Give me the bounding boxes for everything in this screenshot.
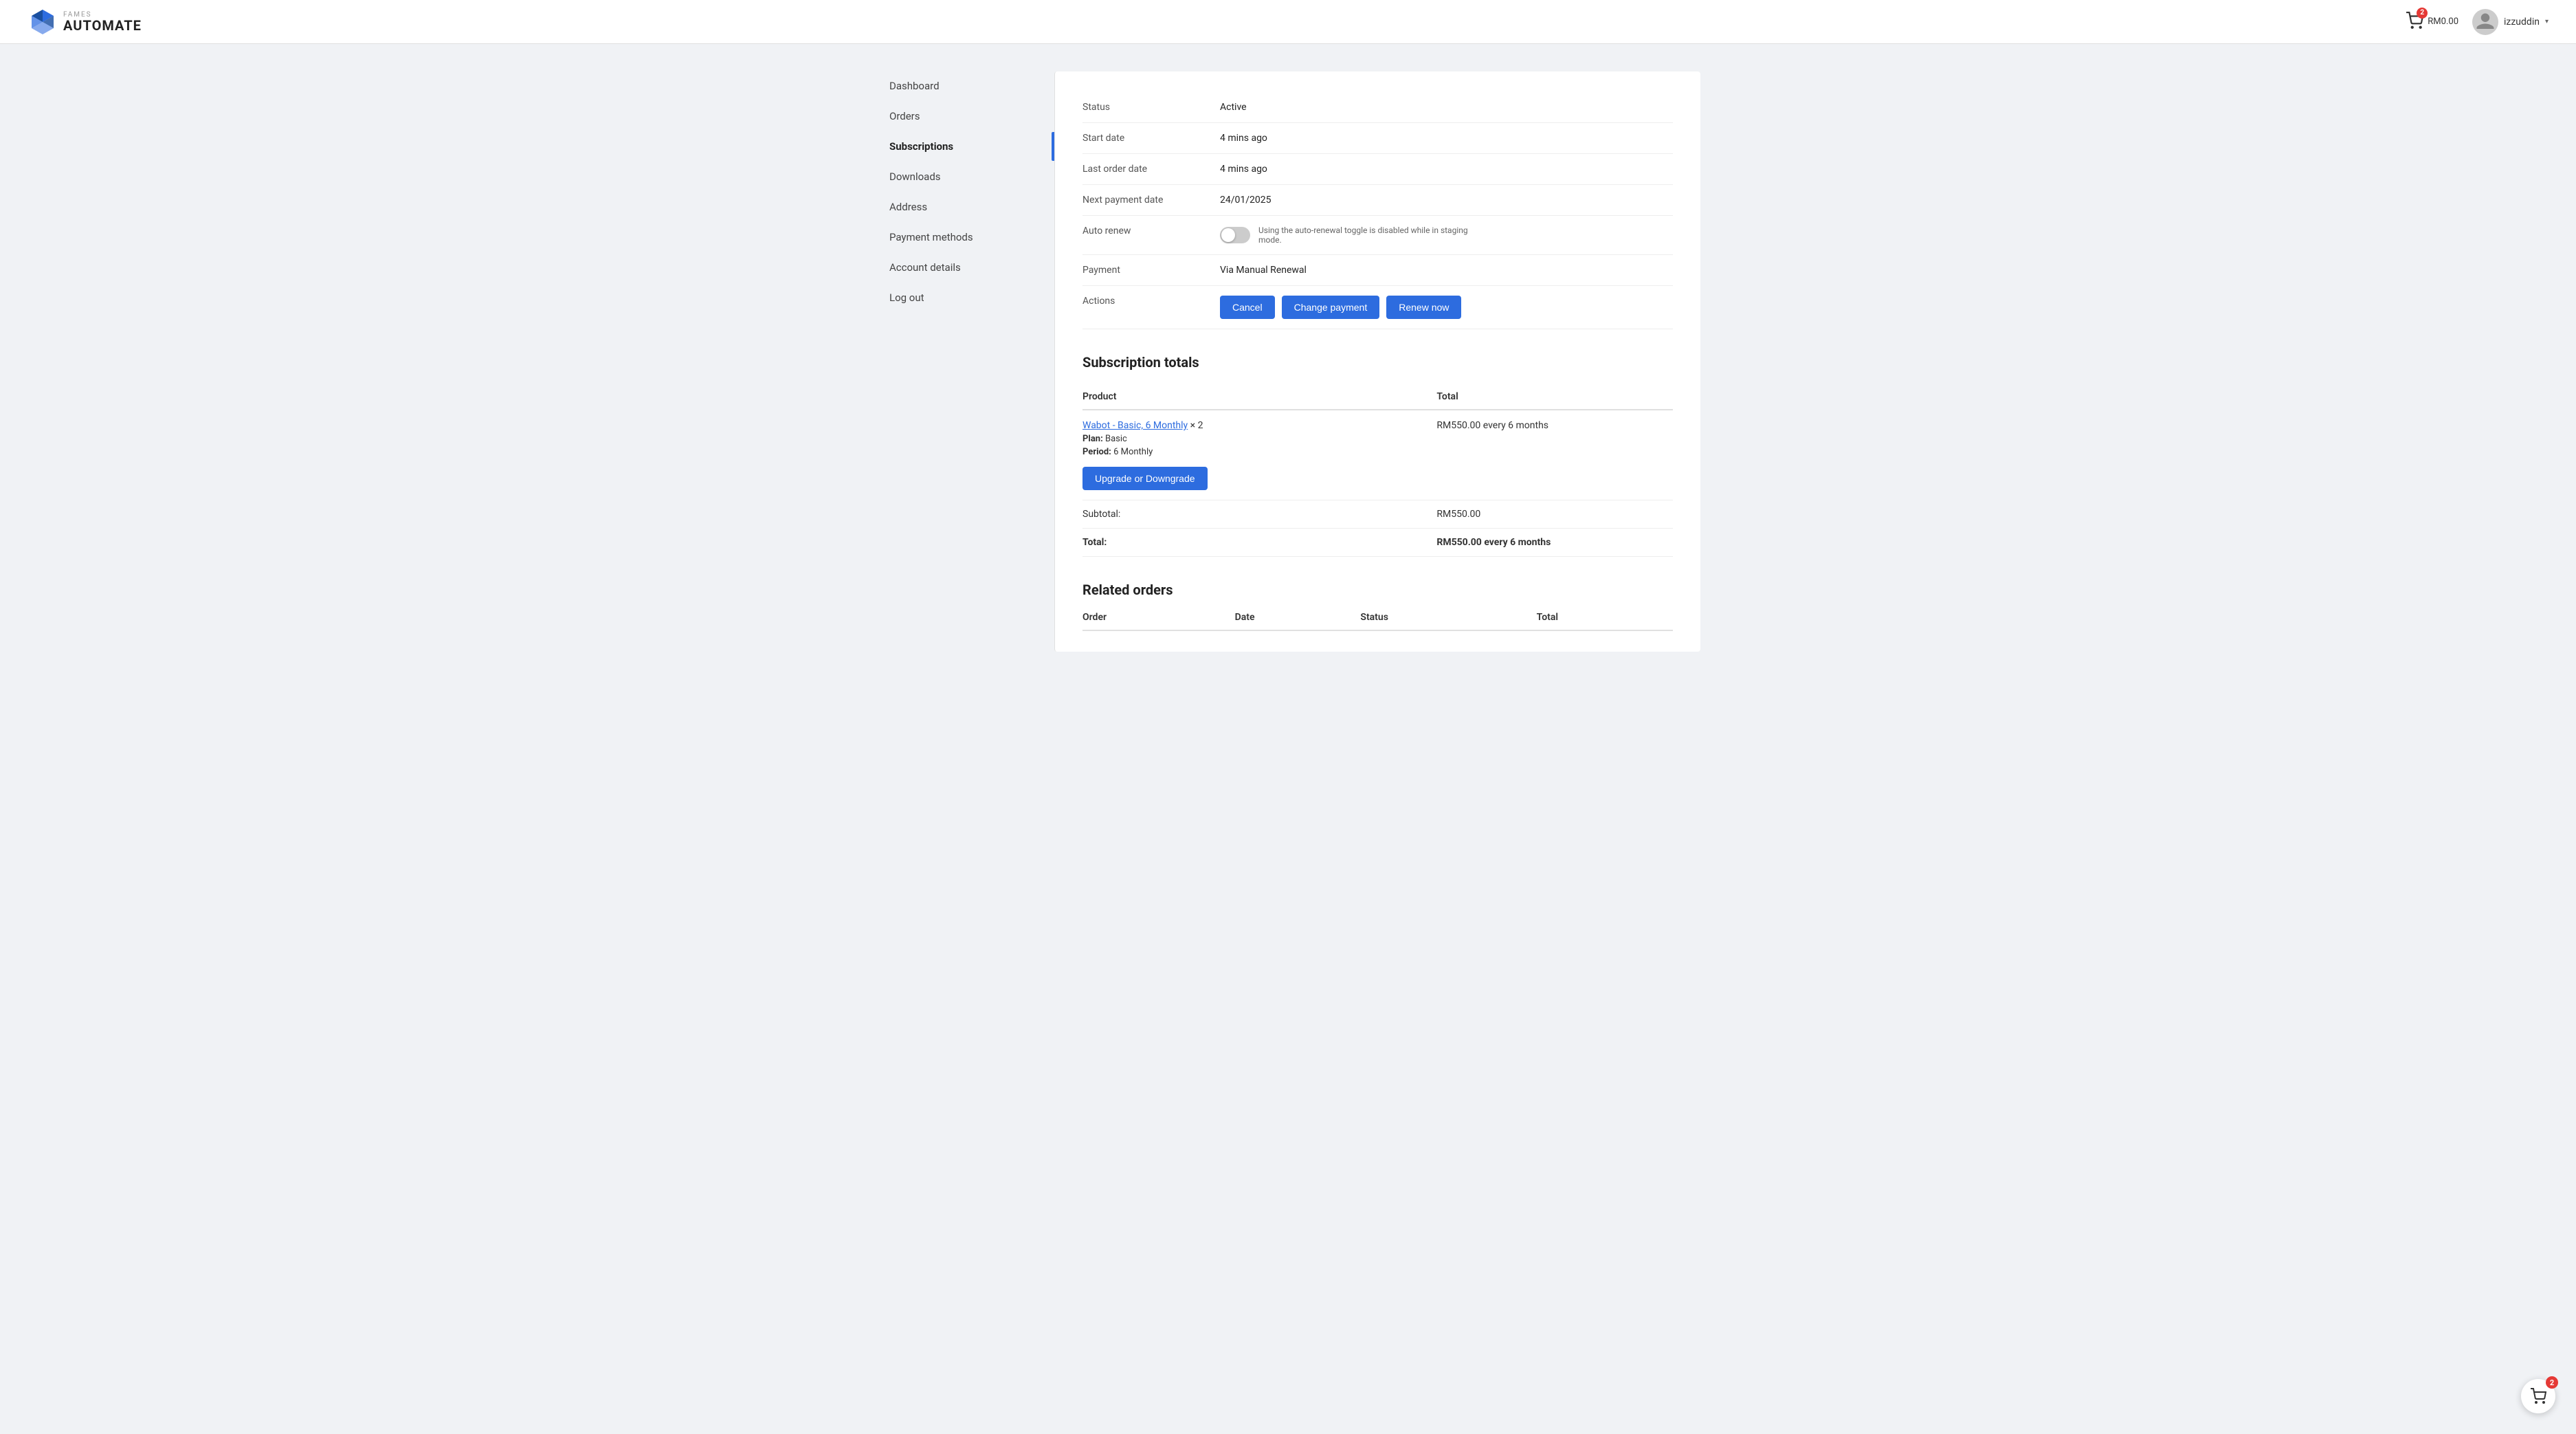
last-order-date-row: Last order date 4 mins ago xyxy=(1082,154,1673,185)
last-order-date-label: Last order date xyxy=(1082,164,1220,175)
related-orders-title: Related orders xyxy=(1082,582,1673,598)
total-col-header: Total xyxy=(1436,384,1673,410)
status-row: Status Active xyxy=(1082,92,1673,123)
cart-amount: RM0.00 xyxy=(2428,16,2458,27)
product-cell: Wabot - Basic, 6 Monthly × 2 Plan: Basic… xyxy=(1082,410,1436,500)
toggle-knob xyxy=(1221,228,1235,242)
product-total-cell: RM550.00 every 6 months xyxy=(1436,410,1673,500)
action-buttons: Cancel Change payment Renew now xyxy=(1220,296,1673,319)
payment-label: Payment xyxy=(1082,265,1220,276)
next-payment-date-row: Next payment date 24/01/2025 xyxy=(1082,185,1673,216)
upgrade-downgrade-button[interactable]: Upgrade or Downgrade xyxy=(1082,467,1208,490)
total-value: RM550.00 every 6 months xyxy=(1436,529,1673,557)
product-name-wrap: Wabot - Basic, 6 Monthly × 2 xyxy=(1082,420,1436,431)
change-payment-button[interactable]: Change payment xyxy=(1282,296,1380,319)
avatar xyxy=(2472,9,2498,35)
sidebar-item-orders[interactable]: Orders xyxy=(876,102,1054,131)
floating-cart-icon xyxy=(2530,1388,2546,1404)
product-plan: Plan: Basic xyxy=(1082,434,1436,444)
header-right: 2 RM0.00 izzuddin ▾ xyxy=(2406,9,2549,35)
floating-cart-badge: 2 xyxy=(2546,1376,2558,1389)
cancel-button[interactable]: Cancel xyxy=(1220,296,1275,319)
product-row: Wabot - Basic, 6 Monthly × 2 Plan: Basic… xyxy=(1082,410,1673,500)
next-payment-date-value: 24/01/2025 xyxy=(1220,195,1673,206)
logo[interactable]: FAMES AUTOMATE xyxy=(27,7,142,37)
related-orders-table: Order Date Status Total xyxy=(1082,605,1673,631)
sidebar-item-subscriptions[interactable]: Subscriptions xyxy=(876,132,1054,161)
auto-renew-label: Auto renew xyxy=(1082,225,1220,236)
toggle-note: Using the auto-renewal toggle is disable… xyxy=(1258,225,1492,245)
product-quantity: × 2 xyxy=(1190,420,1203,431)
sidebar-item-account-details[interactable]: Account details xyxy=(876,253,1054,282)
period-label: Period: xyxy=(1082,447,1111,457)
cart-button[interactable]: 2 RM0.00 xyxy=(2406,12,2458,32)
avatar-icon xyxy=(2475,12,2496,32)
status-value: Active xyxy=(1220,102,1673,113)
sidebar-item-payment-methods[interactable]: Payment methods xyxy=(876,223,1054,252)
start-date-value: 4 mins ago xyxy=(1220,133,1673,144)
status-label: Status xyxy=(1082,102,1220,113)
payment-value: Via Manual Renewal xyxy=(1220,265,1673,276)
total-row: Total: RM550.00 every 6 months xyxy=(1082,529,1673,557)
sidebar-item-downloads[interactable]: Downloads xyxy=(876,162,1054,191)
upgrade-btn-wrap: Upgrade or Downgrade xyxy=(1082,457,1436,490)
sidebar-item-log-out[interactable]: Log out xyxy=(876,283,1054,312)
product-link[interactable]: Wabot - Basic, 6 Monthly xyxy=(1082,420,1188,431)
plan-label: Plan: xyxy=(1082,434,1103,444)
status-col-header: Status xyxy=(1360,605,1536,630)
next-payment-date-label: Next payment date xyxy=(1082,195,1220,206)
header: FAMES AUTOMATE 2 RM0.00 izzuddin xyxy=(0,0,2576,44)
actions-row: Actions Cancel Change payment Renew now xyxy=(1082,286,1673,329)
logo-text: FAMES AUTOMATE xyxy=(63,12,142,32)
subtotal-row: Subtotal: RM550.00 xyxy=(1082,500,1673,529)
sidebar-item-dashboard[interactable]: Dashboard xyxy=(876,71,1054,100)
product-col-header: Product xyxy=(1082,384,1436,410)
actions-label: Actions xyxy=(1082,296,1220,307)
auto-renew-row: Auto renew Using the auto-renewal toggle… xyxy=(1082,216,1673,255)
order-col-header: Order xyxy=(1082,605,1235,630)
period-value: 6 Monthly xyxy=(1113,447,1153,457)
auto-renew-control: Using the auto-renewal toggle is disable… xyxy=(1220,225,1673,245)
plan-value: Basic xyxy=(1105,434,1127,444)
logo-icon xyxy=(27,7,58,37)
product-period: Period: 6 Monthly xyxy=(1082,447,1436,457)
username-label: izzuddin xyxy=(2504,16,2540,27)
chevron-down-icon: ▾ xyxy=(2545,18,2549,25)
cart-badge: 2 xyxy=(2417,8,2428,19)
total-label: Total: xyxy=(1082,529,1436,557)
cart-icon-wrap: 2 xyxy=(2406,12,2423,32)
renew-now-button[interactable]: Renew now xyxy=(1386,296,1461,319)
main-content: Status Active Start date 4 mins ago Last… xyxy=(1054,71,1700,652)
auto-renew-toggle[interactable] xyxy=(1220,227,1250,243)
start-date-row: Start date 4 mins ago xyxy=(1082,123,1673,154)
start-date-label: Start date xyxy=(1082,133,1220,144)
floating-cart-button[interactable]: 2 xyxy=(2521,1379,2555,1413)
sidebar-item-address[interactable]: Address xyxy=(876,192,1054,221)
subtotal-value: RM550.00 xyxy=(1436,500,1673,529)
active-indicator xyxy=(1052,132,1054,161)
logo-automate-label: AUTOMATE xyxy=(63,19,142,32)
date-col-header: Date xyxy=(1235,605,1361,630)
total-col-header-related: Total xyxy=(1537,605,1673,630)
sidebar-nav: Dashboard Orders Subscriptions Downloads… xyxy=(876,71,1054,312)
last-order-date-value: 4 mins ago xyxy=(1220,164,1673,175)
user-menu[interactable]: izzuddin ▾ xyxy=(2472,9,2549,35)
subtotal-label: Subtotal: xyxy=(1082,500,1436,529)
payment-row: Payment Via Manual Renewal xyxy=(1082,255,1673,286)
totals-table: Product Total Wabot - Basic, 6 Monthly ×… xyxy=(1082,384,1673,557)
subscription-totals-title: Subscription totals xyxy=(1082,354,1673,371)
sidebar: Dashboard Orders Subscriptions Downloads… xyxy=(876,71,1054,652)
main-container: Dashboard Orders Subscriptions Downloads… xyxy=(876,71,1700,652)
